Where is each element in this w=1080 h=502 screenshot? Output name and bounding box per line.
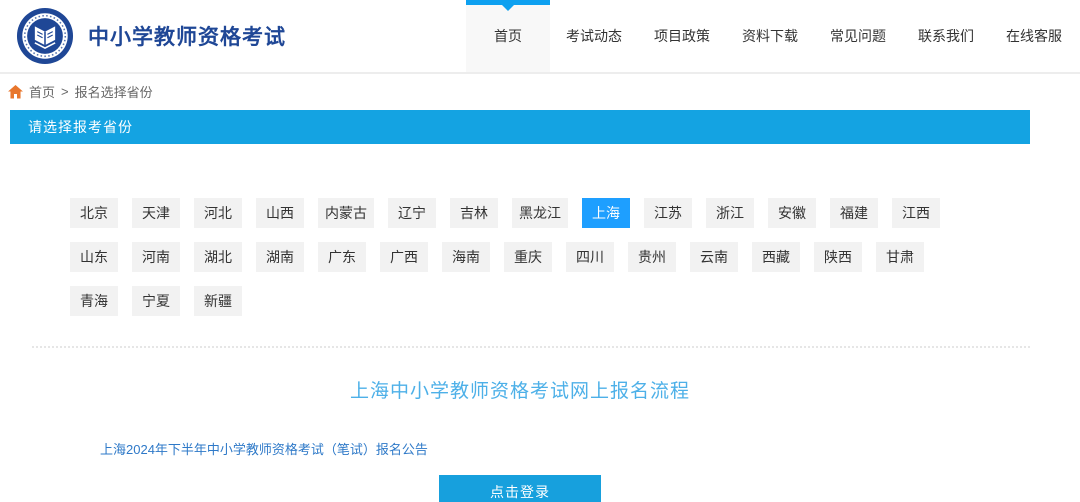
province-button[interactable]: 陕西 xyxy=(814,242,862,272)
province-button[interactable]: 重庆 xyxy=(504,242,552,272)
breadcrumb: 首页 > 报名选择省份 xyxy=(0,74,1080,100)
province-button[interactable]: 吉林 xyxy=(450,198,498,228)
nav-item[interactable]: 项目政策 xyxy=(638,0,726,72)
main-nav: 首页 考试动态 项目政策 资料下载 常见问题 联系我们 在线客服 xyxy=(466,0,1078,72)
select-province-banner: 请选择报考省份 xyxy=(10,110,1030,144)
province-row: 青海 宁夏 新疆 xyxy=(70,286,1030,316)
province-button[interactable]: 天津 xyxy=(132,198,180,228)
book-seal-logo-icon xyxy=(16,7,74,65)
province-button[interactable]: 浙江 xyxy=(706,198,754,228)
province-button[interactable]: 湖南 xyxy=(256,242,304,272)
home-icon xyxy=(8,84,23,99)
province-button[interactable]: 山东 xyxy=(70,242,118,272)
brand-title: 中小学教师资格考试 xyxy=(88,26,286,49)
province-button[interactable]: 辽宁 xyxy=(388,198,436,228)
province-button[interactable]: 安徽 xyxy=(768,198,816,228)
site-header: 中小学教师资格考试 首页 考试动态 项目政策 资料下载 常见问题 联系我们 在线客服 xyxy=(0,0,1080,74)
content-area: 北京 天津 河北 山西 内蒙古 辽宁 吉林 黑龙江 上海 江苏 浙江 安徽 福建 江西 山东 河南 湖北 湖南 广东… xyxy=(10,198,1030,502)
breadcrumb-home-link[interactable]: 首页 xyxy=(29,82,55,101)
province-button[interactable]: 新疆 xyxy=(194,286,242,316)
announcement-link[interactable]: 上海2024年下半年中小学教师资格考试（笔试）报名公告 xyxy=(100,439,428,458)
province-button[interactable]: 西藏 xyxy=(752,242,800,272)
province-button[interactable]: 山西 xyxy=(256,198,304,228)
login-button[interactable]: 点击登录 xyxy=(439,475,601,502)
province-button[interactable]: 黑龙江 xyxy=(512,198,568,228)
dotted-divider xyxy=(32,346,1030,348)
province-button[interactable]: 河北 xyxy=(194,198,242,228)
province-button[interactable]: 青海 xyxy=(70,286,118,316)
nav-item[interactable]: 在线客服 xyxy=(990,0,1078,72)
province-button[interactable]: 四川 xyxy=(566,242,614,272)
province-button[interactable]: 北京 xyxy=(70,198,118,228)
province-button[interactable]: 贵州 xyxy=(628,242,676,272)
province-button[interactable]: 河南 xyxy=(132,242,180,272)
nav-item[interactable]: 考试动态 xyxy=(550,0,638,72)
province-button[interactable]: 江苏 xyxy=(644,198,692,228)
province-button[interactable]: 宁夏 xyxy=(132,286,180,316)
nav-item[interactable]: 联系我们 xyxy=(902,0,990,72)
province-grid: 北京 天津 河北 山西 内蒙古 辽宁 吉林 黑龙江 上海 江苏 浙江 安徽 福建 江西 山东 河南 湖北 湖南 广东… xyxy=(70,198,1030,316)
province-button[interactable]: 广西 xyxy=(380,242,428,272)
nav-item[interactable]: 首页 xyxy=(466,0,550,72)
province-row: 北京 天津 河北 山西 内蒙古 辽宁 吉林 黑龙江 上海 江苏 浙江 安徽 福建 江西 xyxy=(70,198,1030,228)
breadcrumb-current: 报名选择省份 xyxy=(74,85,153,100)
nav-item[interactable]: 资料下载 xyxy=(726,0,814,72)
site-logo[interactable]: 中小学教师资格考试 xyxy=(0,7,286,65)
province-button[interactable]: 福建 xyxy=(830,198,878,228)
nav-item[interactable]: 常见问题 xyxy=(814,0,902,72)
province-button[interactable]: 甘肃 xyxy=(876,242,924,272)
province-button[interactable]: 海南 xyxy=(442,242,490,272)
province-button[interactable]: 上海 xyxy=(582,198,630,228)
province-button[interactable]: 广东 xyxy=(318,242,366,272)
province-button[interactable]: 云南 xyxy=(690,242,738,272)
breadcrumb-separator: > xyxy=(61,84,69,99)
province-button[interactable]: 内蒙古 xyxy=(318,198,374,228)
province-row: 山东 河南 湖北 湖南 广东 广西 海南 重庆 四川 贵州 云南 西藏 陕西 甘肃 xyxy=(70,242,1030,272)
province-button[interactable]: 湖北 xyxy=(194,242,242,272)
province-button[interactable]: 江西 xyxy=(892,198,940,228)
flow-title: 上海中小学教师资格考试网上报名流程 xyxy=(349,381,690,402)
